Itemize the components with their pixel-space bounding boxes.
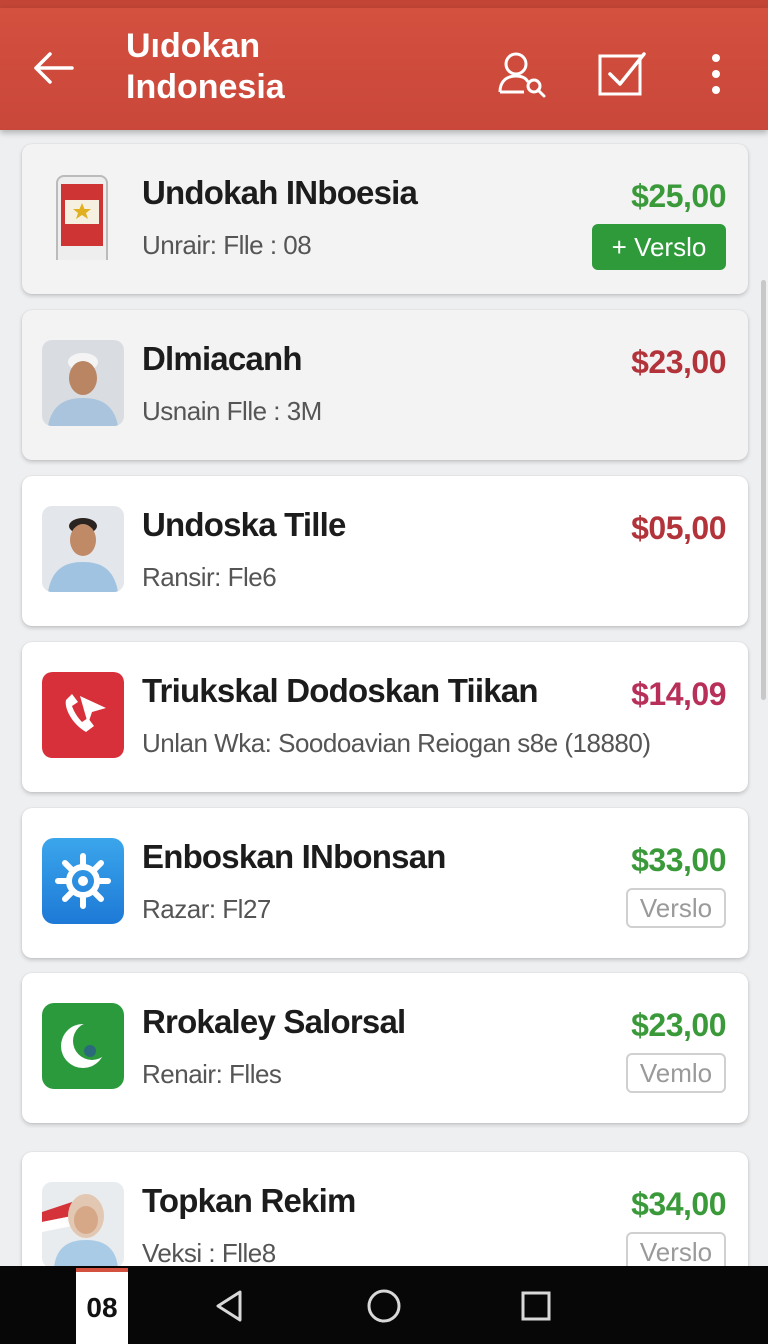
app-title: Uıdokan Indonesia — [126, 27, 285, 106]
list-item[interactable]: Undoska Tille Ransir: Fle6 $05,00 — [22, 476, 748, 626]
phone-call-icon — [42, 672, 124, 758]
back-arrow-icon — [34, 52, 74, 84]
item-title: Topkan Rekim — [142, 1182, 356, 1219]
item-subtitle: Renair: Flles — [142, 1059, 282, 1089]
item-title: Undokah INboesia — [142, 174, 418, 211]
list-item[interactable]: Triukskal Dodoskan Tiikan Unlan Wka: Soo… — [22, 642, 748, 792]
item-subtitle: Ransir: Fle6 — [142, 562, 277, 592]
nav-home-button[interactable] — [364, 1286, 404, 1326]
list-item[interactable]: Undokah INboesia Unrair: Flle : 08 $25,0… — [22, 144, 748, 294]
system-nav-bar: 08 — [0, 1266, 768, 1344]
item-price: $23,00 — [631, 1007, 726, 1043]
nav-back-button[interactable] — [210, 1286, 250, 1326]
item-title: Dlmiacanh — [142, 340, 302, 377]
person-photo-icon — [42, 340, 124, 426]
item-list: Undokah INboesia Unrair: Flle : 08 $25,0… — [0, 130, 768, 1266]
user-search-button[interactable] — [494, 48, 550, 100]
item-price: $34,00 — [631, 1186, 726, 1222]
phone-flag-icon — [42, 174, 124, 260]
nav-badge[interactable]: 08 — [76, 1268, 128, 1344]
app-bar: Uıdokan Indonesia — [0, 8, 768, 130]
person-photo-icon — [42, 506, 124, 592]
home-circle-icon — [367, 1289, 401, 1323]
version-button[interactable]: Verslo — [626, 888, 726, 928]
item-title: Triukskal Dodoskan Tiikan — [142, 672, 539, 709]
item-price: $33,00 — [631, 842, 726, 878]
more-vert-icon — [712, 54, 720, 94]
list-item[interactable]: Topkan Rekim Veksi : Flle8 $34,00 Verslo — [22, 1152, 748, 1266]
user-search-icon — [498, 52, 546, 98]
list-item[interactable]: Enboskan INbonsan Razar: Fl27 $33,00 Ver… — [22, 808, 748, 958]
back-triangle-icon — [216, 1290, 242, 1322]
recents-square-icon — [521, 1291, 551, 1321]
back-button[interactable] — [28, 46, 78, 90]
gear-app-icon — [42, 838, 124, 924]
nav-recents-button[interactable] — [516, 1286, 556, 1326]
person-photo-icon — [42, 1182, 124, 1266]
list-item[interactable]: Dlmiacanh Usnain Flle : 3M $23,00 — [22, 310, 748, 460]
more-options-button[interactable] — [696, 48, 736, 100]
item-subtitle: Usnain Flle : 3M — [142, 396, 322, 426]
item-price: $25,00 — [631, 178, 726, 214]
item-price: $14,09 — [631, 676, 726, 712]
list-item[interactable]: Rrokaley Salorsal Renair: Flles $23,00 V… — [22, 973, 748, 1123]
item-subtitle: Veksi : Flle8 — [142, 1238, 276, 1266]
checklist-button[interactable] — [594, 48, 650, 100]
checkbox-icon — [598, 52, 646, 96]
item-price: $23,00 — [631, 344, 726, 380]
item-subtitle: Razar: Fl27 — [142, 894, 271, 924]
item-price: $05,00 — [631, 510, 726, 546]
item-title: Undoska Tille — [142, 506, 346, 543]
item-subtitle: Unrair: Flle : 08 — [142, 230, 312, 260]
crescent-app-icon — [42, 1003, 124, 1089]
item-title: Rrokaley Salorsal — [142, 1003, 406, 1040]
scrollbar[interactable] — [761, 280, 766, 700]
item-subtitle: Unlan Wka: Soodoavian Reiogan s8e (18880… — [142, 728, 651, 758]
add-version-button[interactable]: + Verslo — [592, 224, 726, 270]
item-title: Enboskan INbonsan — [142, 838, 446, 875]
version-button[interactable]: Vemlo — [626, 1053, 726, 1093]
version-button[interactable]: Verslo — [626, 1232, 726, 1266]
